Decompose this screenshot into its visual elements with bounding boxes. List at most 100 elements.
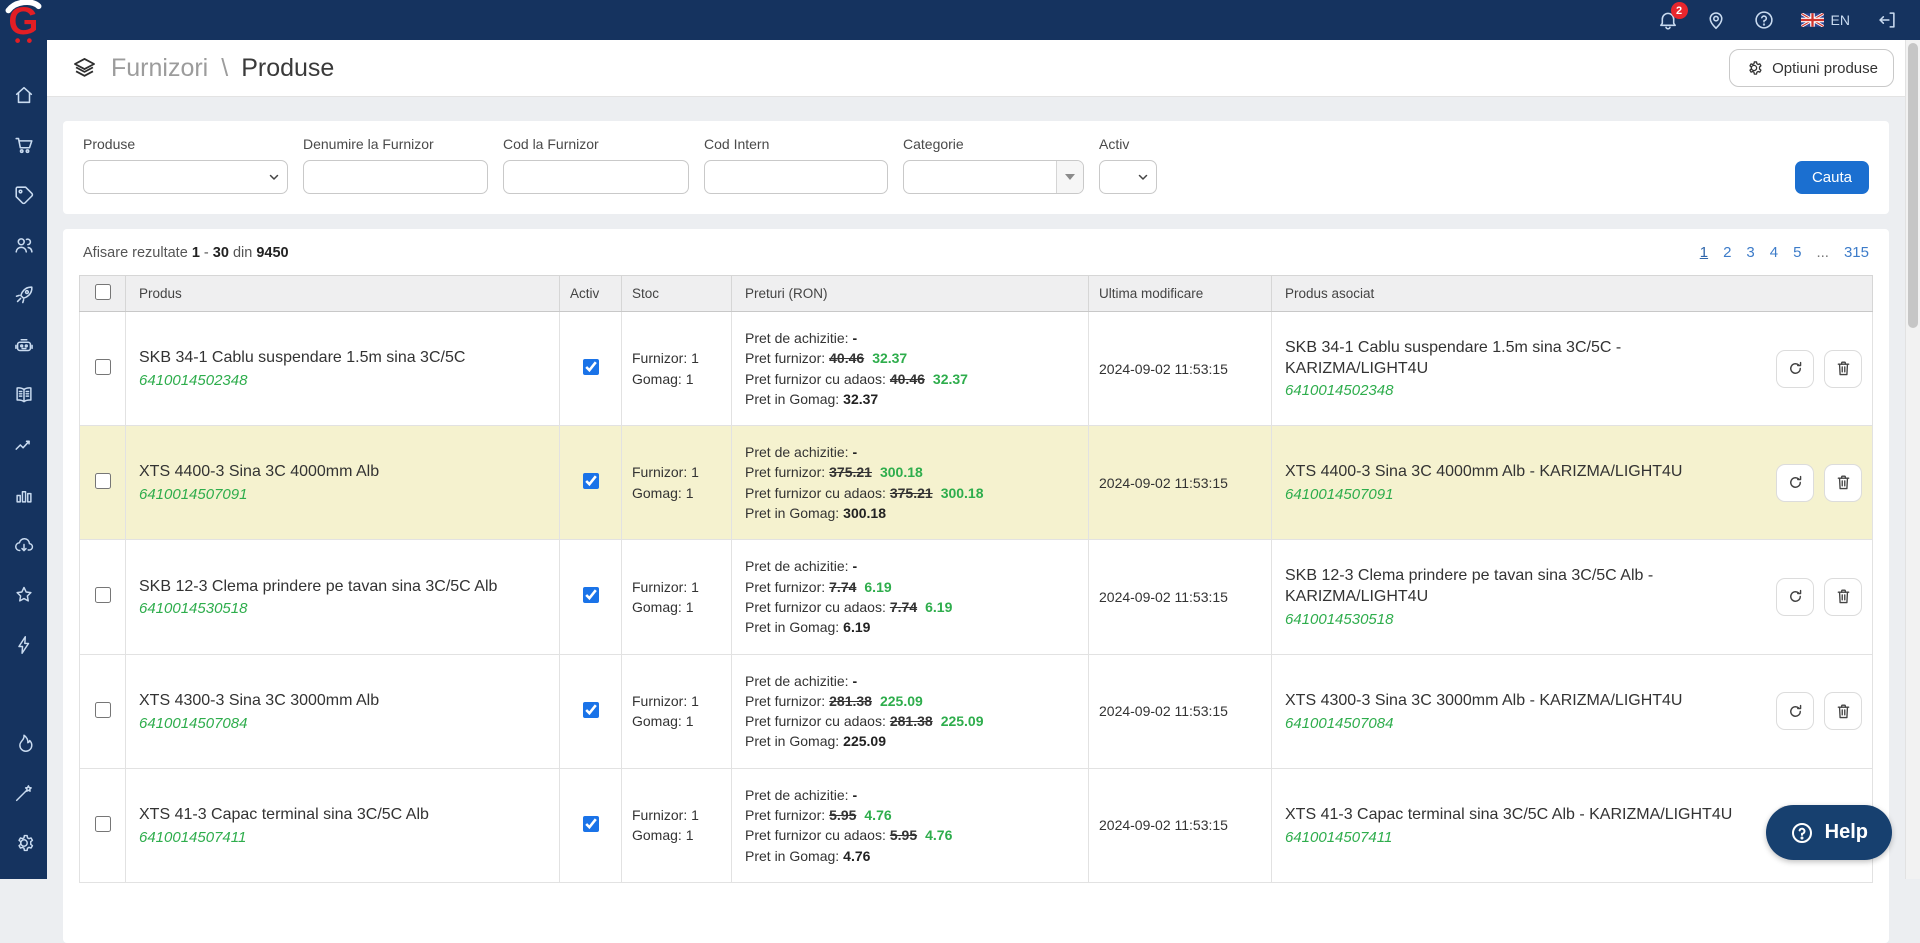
- row-select-checkbox[interactable]: [94, 701, 111, 718]
- sidebar-item-analytics[interactable]: [0, 420, 47, 470]
- sidebar-item-favorites[interactable]: [0, 570, 47, 620]
- produse-select[interactable]: [83, 160, 288, 194]
- pagination-page-315[interactable]: 315: [1844, 244, 1869, 261]
- price-adaos-old: 40.46: [889, 370, 925, 387]
- price-label-adaos: Pret furnizor cu adaos:: [745, 827, 886, 844]
- last-modified: 2024-09-02 11:53:15: [1088, 310, 1272, 427]
- price-furnizor-new: 225.09: [879, 692, 923, 709]
- price-line-adaos: Pret furnizor cu adaos: 40.46 32.37: [745, 369, 1078, 389]
- sync-product-button[interactable]: [1776, 692, 1814, 731]
- notifications-button[interactable]: 2: [1657, 2, 1688, 31]
- sidebar-item-blog[interactable]: [0, 370, 47, 420]
- summary-prefix: Afisare rezultate: [83, 244, 188, 261]
- last-modified: 2024-09-02 11:53:15: [1088, 425, 1272, 541]
- activ-checkbox[interactable]: [582, 815, 599, 832]
- search-button[interactable]: Cauta: [1794, 161, 1869, 194]
- language-selector[interactable]: EN: [1800, 12, 1850, 28]
- product-name: SKB 12-3 Clema prindere pe tavan sina 3C…: [139, 577, 498, 595]
- sidebar-item-orders[interactable]: [0, 120, 47, 170]
- associated-product-name: XTS 4300-3 Sina 3C 3000mm Alb - KARIZMA/…: [1285, 691, 1683, 709]
- pagination-page-1[interactable]: 1: [1700, 244, 1708, 261]
- categorie-select[interactable]: [903, 160, 1084, 194]
- stoc-furnizor: Furnizor: 1: [632, 692, 699, 709]
- sidebar-item-reports[interactable]: [0, 470, 47, 520]
- activ-checkbox[interactable]: [582, 359, 599, 376]
- sidebar-item-tools[interactable]: [0, 768, 47, 818]
- pagination-page-5[interactable]: 5: [1793, 244, 1801, 261]
- price-label-furnizor: Pret furnizor:: [745, 578, 826, 595]
- sidebar-item-hot[interactable]: [0, 718, 47, 768]
- logout-icon: [1879, 12, 1895, 28]
- price-line-achizitie: Pret de achizitie: -: [745, 442, 1078, 462]
- products-table-body: SKB 34-1 Cablu suspendare 1.5m sina 3C/5…: [79, 310, 1873, 883]
- price-line-furnizor: Pret furnizor: 7.74 6.19: [745, 577, 1078, 597]
- price-furnizor-new: 300.18: [879, 464, 923, 481]
- logout-button[interactable]: [1876, 9, 1898, 31]
- sidebar-item-import[interactable]: [0, 520, 47, 570]
- pagination-page-2[interactable]: 2: [1723, 244, 1731, 261]
- price-label-adaos: Pret furnizor cu adaos:: [745, 713, 886, 730]
- refresh-icon: [1789, 704, 1801, 717]
- delete-product-button[interactable]: [1824, 463, 1862, 502]
- delete-product-button[interactable]: [1824, 577, 1862, 616]
- refresh-icon: [1789, 362, 1801, 375]
- sync-product-button[interactable]: [1776, 463, 1814, 502]
- activ-checkbox[interactable]: [582, 701, 599, 718]
- help-circle-icon: [1754, 11, 1773, 29]
- price-value-achizitie: -: [852, 330, 858, 346]
- product-name: XTS 41-3 Capac terminal sina 3C/5C Alb: [139, 805, 429, 823]
- cod-intern-input[interactable]: [704, 160, 888, 194]
- help-button[interactable]: [1753, 9, 1775, 31]
- summary-of: din: [232, 244, 253, 261]
- price-furnizor-new: 4.76: [864, 807, 892, 824]
- filter-denumire-label: Denumire la Furnizor: [303, 136, 434, 152]
- activ-checkbox[interactable]: [582, 587, 599, 604]
- breadcrumb-parent[interactable]: Furnizori: [111, 54, 208, 83]
- cod-furnizor-input[interactable]: [503, 160, 689, 194]
- price-line-gomag: Pret in Gomag: 32.37: [745, 389, 1078, 409]
- sidebar-item-products[interactable]: [0, 170, 47, 220]
- price-label-achizitie: Pret de achizitie:: [745, 330, 849, 346]
- summary-total: 9450: [256, 244, 289, 261]
- denumire-furnizor-input[interactable]: [303, 160, 488, 194]
- product-options-button[interactable]: Optiuni produse: [1729, 49, 1894, 87]
- sidebar-item-settings[interactable]: [0, 818, 47, 868]
- stoc-gomag: Gomag: 1: [632, 713, 694, 730]
- row-select-checkbox[interactable]: [94, 473, 111, 490]
- filter-produse: Produse: [83, 136, 288, 194]
- row-select-checkbox[interactable]: [94, 587, 111, 604]
- pagination-page-3[interactable]: 3: [1746, 244, 1754, 261]
- product-row: SKB 12-3 Clema prindere pe tavan sina 3C…: [79, 539, 1873, 655]
- sidebar-item-customers[interactable]: [0, 220, 47, 270]
- row-select-checkbox[interactable]: [94, 359, 111, 376]
- gear-icon: [17, 834, 33, 852]
- gomag-logo[interactable]: G: [0, 0, 47, 43]
- notification-badge: 2: [1670, 2, 1688, 19]
- help-widget-button[interactable]: Help: [1765, 805, 1892, 860]
- trash-icon: [1837, 475, 1849, 490]
- header-preturi: Preturi (RON): [731, 275, 1089, 312]
- scrollbar-thumb[interactable]: [1908, 43, 1918, 328]
- sync-product-button[interactable]: [1776, 349, 1814, 388]
- sidebar-item-quick-actions[interactable]: [0, 620, 47, 670]
- layers-icon: [74, 57, 95, 77]
- products-table: Produs Activ Stoc Preturi (RON) Ultima m…: [79, 275, 1873, 883]
- sidebar-item-marketing[interactable]: [0, 270, 47, 320]
- stoc-gomag: Gomag: 1: [632, 827, 694, 844]
- associated-product-code: 6410014507091: [1285, 486, 1394, 504]
- delete-product-button[interactable]: [1824, 349, 1862, 388]
- row-select-checkbox[interactable]: [94, 815, 111, 832]
- location-button[interactable]: [1705, 9, 1727, 31]
- bolt-icon: [17, 636, 29, 654]
- sidebar-item-home[interactable]: [0, 70, 47, 120]
- select-all-checkbox[interactable]: [94, 284, 111, 300]
- price-furnizor-new: 32.37: [872, 350, 908, 367]
- price-label-gomag: Pret in Gomag:: [745, 505, 840, 522]
- sync-product-button[interactable]: [1776, 577, 1814, 616]
- activ-checkbox[interactable]: [582, 473, 599, 490]
- sidebar-item-automation[interactable]: [0, 320, 47, 370]
- delete-product-button[interactable]: [1824, 692, 1862, 731]
- activ-select[interactable]: [1099, 160, 1157, 194]
- associated-product-name: SKB 12-3 Clema prindere pe tavan sina 3C…: [1285, 567, 1654, 605]
- pagination-page-4[interactable]: 4: [1770, 244, 1778, 261]
